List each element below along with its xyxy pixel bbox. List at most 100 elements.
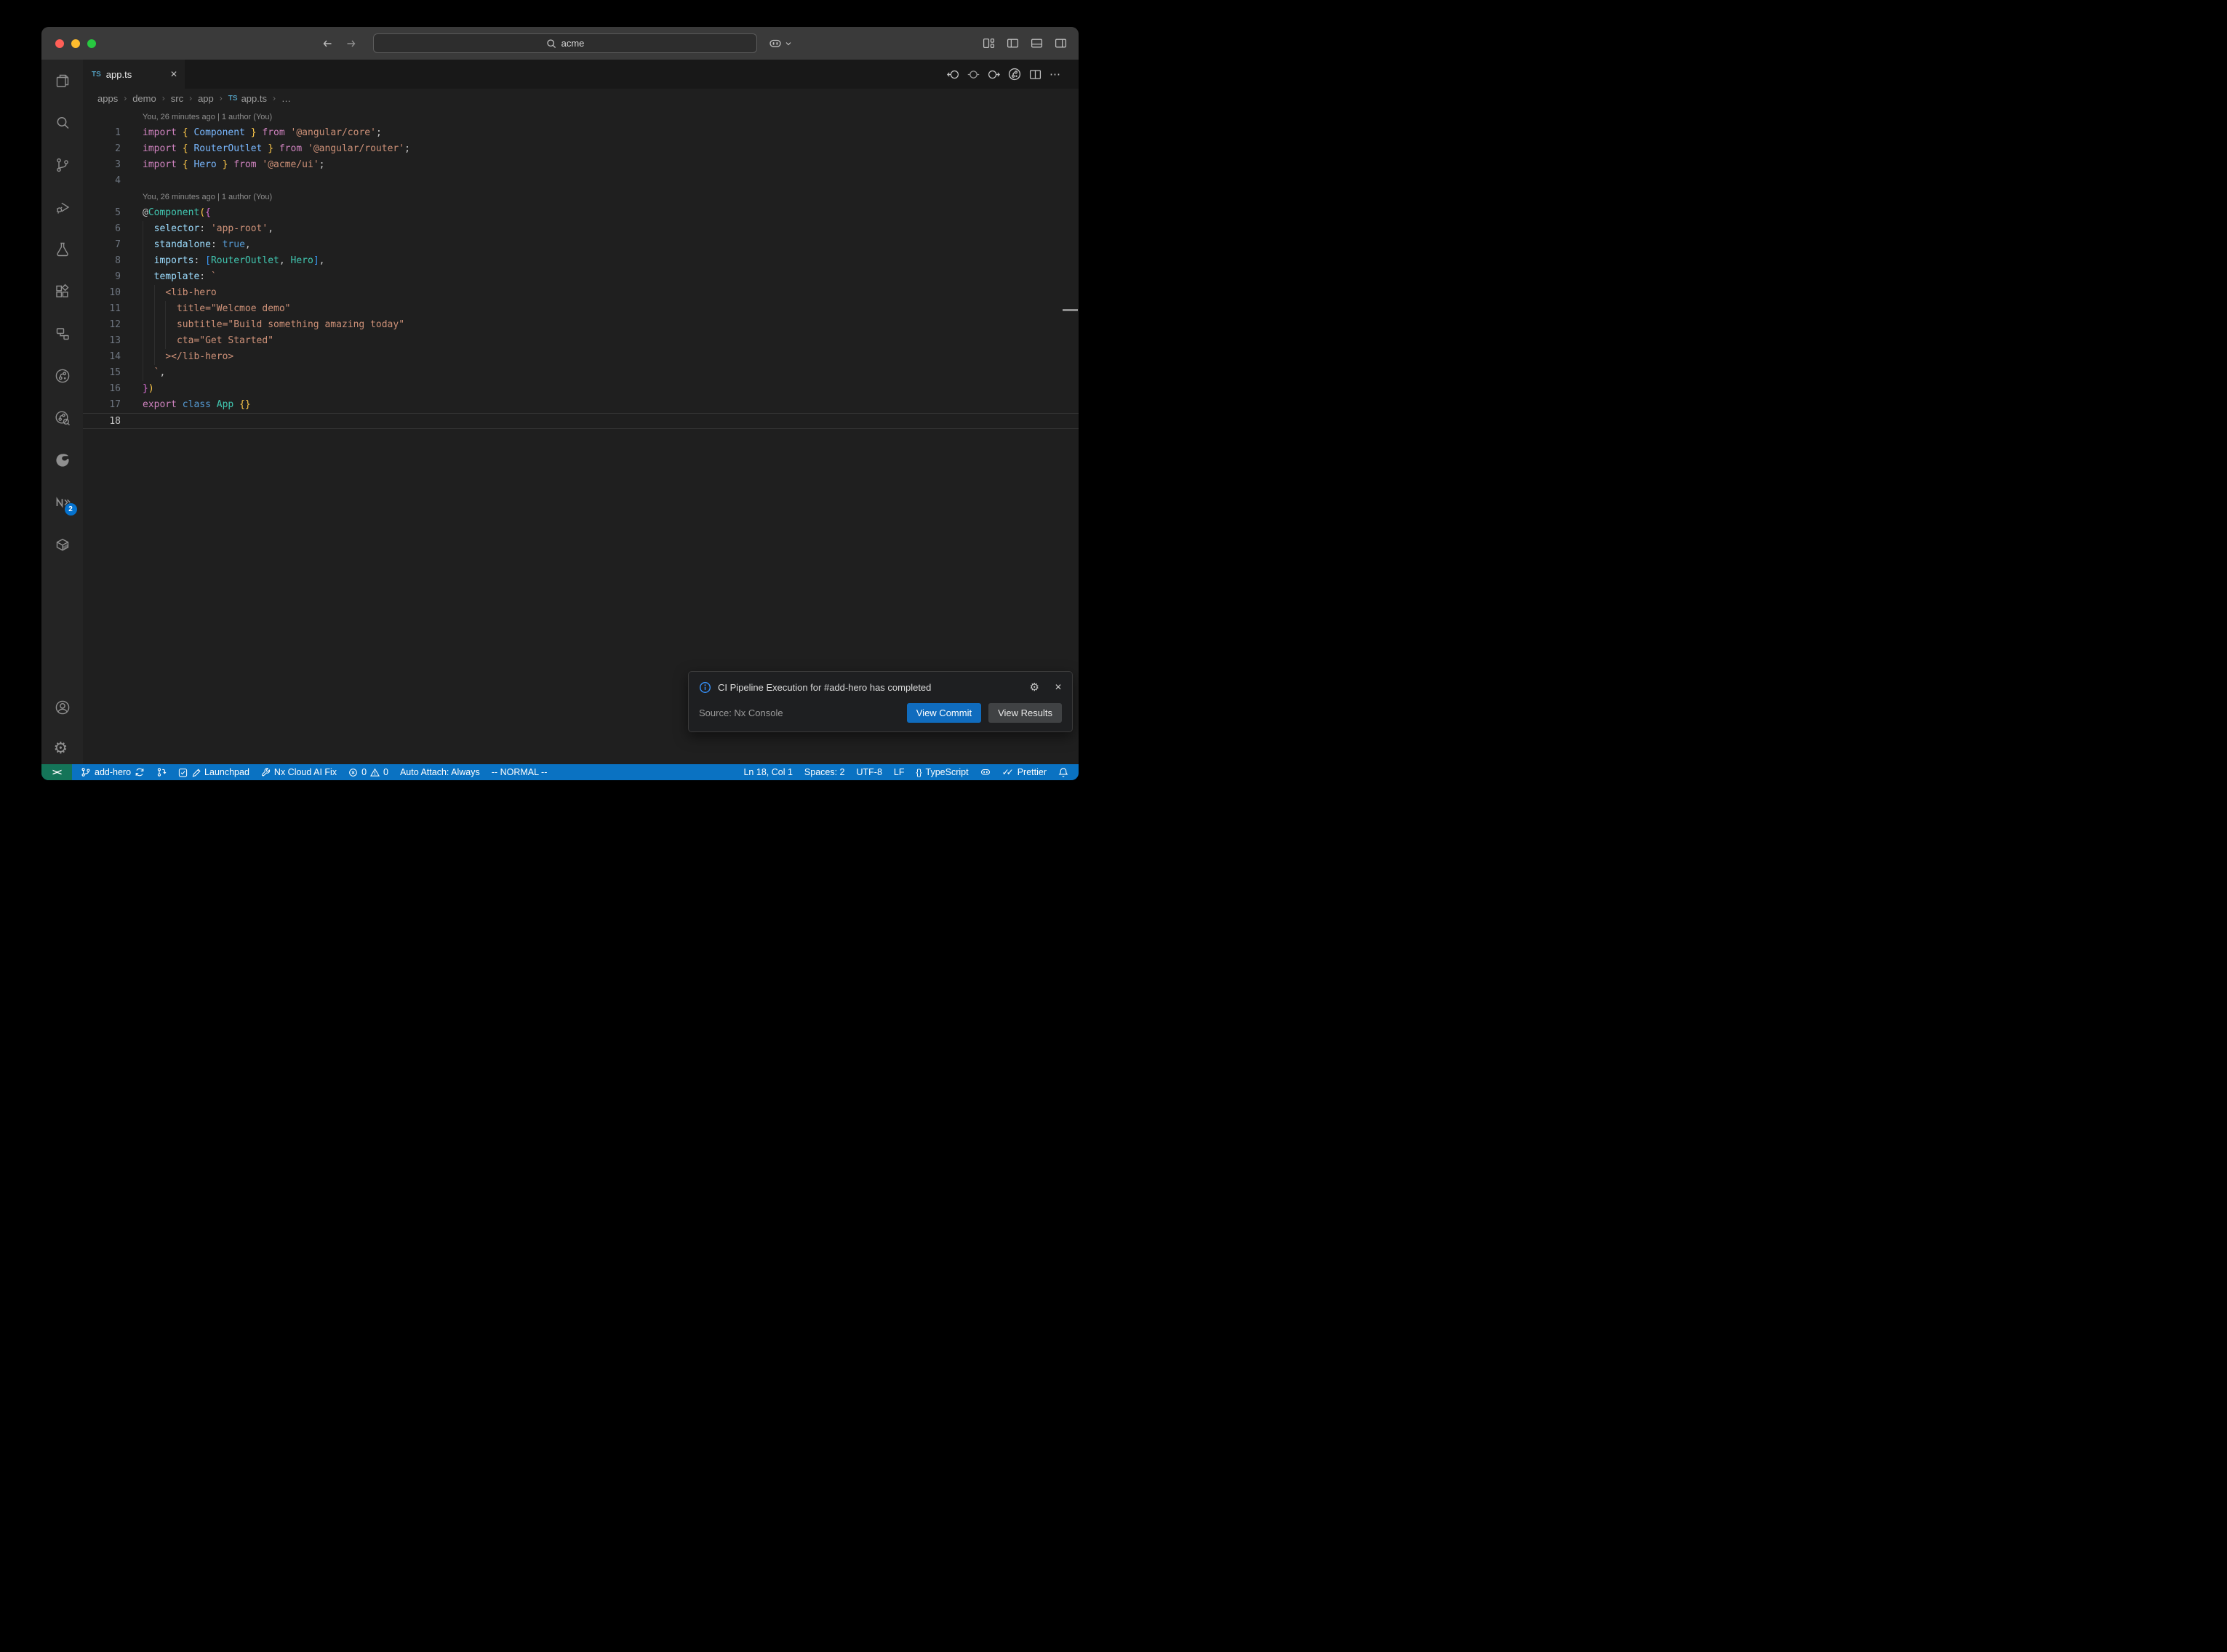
git-compare-status-item[interactable] — [156, 767, 167, 777]
branch-name: add-hero — [95, 767, 131, 777]
notification-settings-icon[interactable]: ⚙ — [1029, 681, 1039, 694]
navigate-forward-icon[interactable] — [988, 68, 1000, 81]
tab-app-ts[interactable]: TS app.ts ✕ — [83, 60, 185, 89]
cursor-position-status-item[interactable]: Ln 18, Col 1 — [743, 767, 792, 777]
run-debug-icon[interactable] — [54, 199, 71, 216]
vscode-window: acme — [41, 27, 1079, 780]
code-row: 12 subtitle="Build something amazing tod… — [83, 317, 1079, 333]
line-number: 17 — [83, 397, 121, 413]
line-number: 15 — [83, 365, 121, 381]
checklist-icon — [178, 768, 188, 777]
code-row: 5@Component({ — [83, 205, 1079, 221]
branch-status-item[interactable]: add-hero — [81, 767, 145, 777]
minimize-window-button[interactable] — [71, 39, 80, 48]
toggle-primary-sidebar-icon[interactable] — [1007, 37, 1019, 49]
encoding-status-item[interactable]: UTF-8 — [857, 767, 882, 777]
code-row: 17export class App {} — [83, 397, 1079, 413]
breadcrumb-item[interactable]: app — [198, 93, 214, 104]
source-control-icon[interactable] — [54, 156, 71, 174]
view-results-button[interactable]: View Results — [988, 703, 1062, 723]
language-status-item[interactable]: {} TypeScript — [916, 767, 969, 777]
code-row: 15 `, — [83, 365, 1079, 381]
codelens-row: You, 26 minutes ago | 1 author (You) — [83, 189, 1079, 205]
copilot-icon — [769, 37, 782, 50]
typescript-file-icon: TS — [228, 95, 238, 103]
prettier-status-item[interactable]: ✓✓ Prettier — [1002, 767, 1047, 777]
line-number: 6 — [83, 221, 121, 237]
commit-graph-search-icon[interactable] — [54, 409, 71, 427]
copilot-menu[interactable] — [769, 27, 792, 60]
view-commit-button[interactable]: View Commit — [907, 703, 981, 723]
extensions-icon[interactable] — [54, 283, 71, 300]
warning-icon — [370, 768, 380, 777]
code-row: 11 title="Welcmoe demo" — [83, 301, 1079, 317]
search-value: acme — [561, 38, 585, 49]
more-actions-icon[interactable]: ⋯ — [1049, 68, 1061, 81]
tab-close-icon[interactable]: ✕ — [170, 69, 177, 79]
search-sidebar-icon[interactable] — [54, 114, 71, 132]
toggle-secondary-sidebar-icon[interactable] — [1055, 37, 1067, 49]
navigate-position-icon[interactable] — [967, 68, 980, 81]
split-editor-icon[interactable] — [1029, 68, 1041, 81]
explorer-icon[interactable] — [54, 72, 71, 89]
code-row: 8 imports: [RouterOutlet, Hero], — [83, 253, 1079, 269]
chevron-down-icon — [785, 40, 792, 47]
error-count: 0 — [361, 767, 367, 777]
code-row: 14 ></lib-hero> — [83, 349, 1079, 365]
code-row: 7 standalone: true, — [83, 237, 1079, 253]
code-row: 2import { RouterOutlet } from '@angular/… — [83, 141, 1079, 157]
notification-toast: CI Pipeline Execution for #add-hero has … — [688, 671, 1073, 732]
breadcrumb-item[interactable]: TSapp.ts — [228, 93, 267, 104]
code-row: 10 <lib-hero — [83, 285, 1079, 301]
remote-indicator[interactable]: >< — [41, 764, 72, 780]
zoom-window-button[interactable] — [87, 39, 96, 48]
settings-gear-icon[interactable]: ⚙ — [54, 739, 71, 757]
activity-bar: 2 ⚙ — [41, 60, 83, 764]
project-structure-icon[interactable] — [54, 325, 71, 342]
line-number: 1 — [83, 125, 121, 141]
auto-attach-status-item[interactable]: Auto Attach: Always — [400, 767, 480, 777]
breadcrumb-separator: › — [162, 93, 165, 103]
line-number: 18 — [83, 414, 121, 428]
toggle-panel-icon[interactable] — [1031, 37, 1043, 49]
timeline-graph-icon[interactable] — [1008, 68, 1021, 81]
breadcrumb-item[interactable]: … — [281, 93, 291, 104]
breadcrumb: apps›demo›src›app›TSapp.ts›… — [83, 89, 1079, 108]
code-row: 6 selector: 'app-root', — [83, 221, 1079, 237]
history-forward-icon[interactable] — [345, 38, 357, 49]
breadcrumb-item[interactable]: apps — [97, 93, 118, 104]
history-back-icon[interactable] — [321, 38, 333, 49]
notification-close-icon[interactable]: ✕ — [1055, 682, 1062, 692]
nx-cloud-fix-status-item[interactable]: Nx Cloud AI Fix — [261, 767, 337, 777]
testing-icon[interactable] — [54, 241, 71, 258]
customize-layout-icon[interactable] — [983, 37, 995, 49]
line-number: 14 — [83, 349, 121, 365]
launchpad-status-item[interactable]: Launchpad — [178, 767, 249, 777]
sync-icon — [135, 767, 145, 777]
code-row: 3import { Hero } from '@acme/ui'; — [83, 157, 1079, 173]
line-number: 11 — [83, 301, 121, 317]
close-window-button[interactable] — [55, 39, 64, 48]
breadcrumb-item[interactable]: src — [171, 93, 183, 104]
navigate-back-icon[interactable] — [947, 68, 959, 81]
vim-mode-status-item[interactable]: -- NORMAL -- — [492, 767, 548, 777]
copilot-status-item[interactable] — [980, 767, 991, 777]
command-center-search[interactable]: acme — [373, 33, 757, 53]
editor-actions: ⋯ — [947, 60, 1079, 89]
eol-status-item[interactable]: LF — [894, 767, 905, 777]
breadcrumb-item[interactable]: demo — [132, 93, 156, 104]
notification-source: Source: Nx Console — [699, 707, 783, 718]
code-editor[interactable]: You, 26 minutes ago | 1 author (You)1imp… — [83, 108, 1079, 764]
overview-ruler-marker — [1063, 309, 1078, 311]
nx-console-icon[interactable]: 2 — [54, 494, 71, 511]
code-row: 18 — [83, 413, 1079, 429]
code-row: 13 cta="Get Started" — [83, 333, 1079, 349]
nx-badge: 2 — [65, 503, 77, 516]
edge-tools-icon[interactable] — [54, 452, 71, 469]
container-icon[interactable] — [54, 536, 71, 553]
account-icon[interactable] — [54, 699, 71, 716]
notifications-bell-icon[interactable] — [1058, 767, 1068, 777]
indentation-status-item[interactable]: Spaces: 2 — [804, 767, 845, 777]
problems-status-item[interactable]: 0 0 — [348, 767, 388, 777]
commit-graph-icon[interactable] — [54, 367, 71, 385]
